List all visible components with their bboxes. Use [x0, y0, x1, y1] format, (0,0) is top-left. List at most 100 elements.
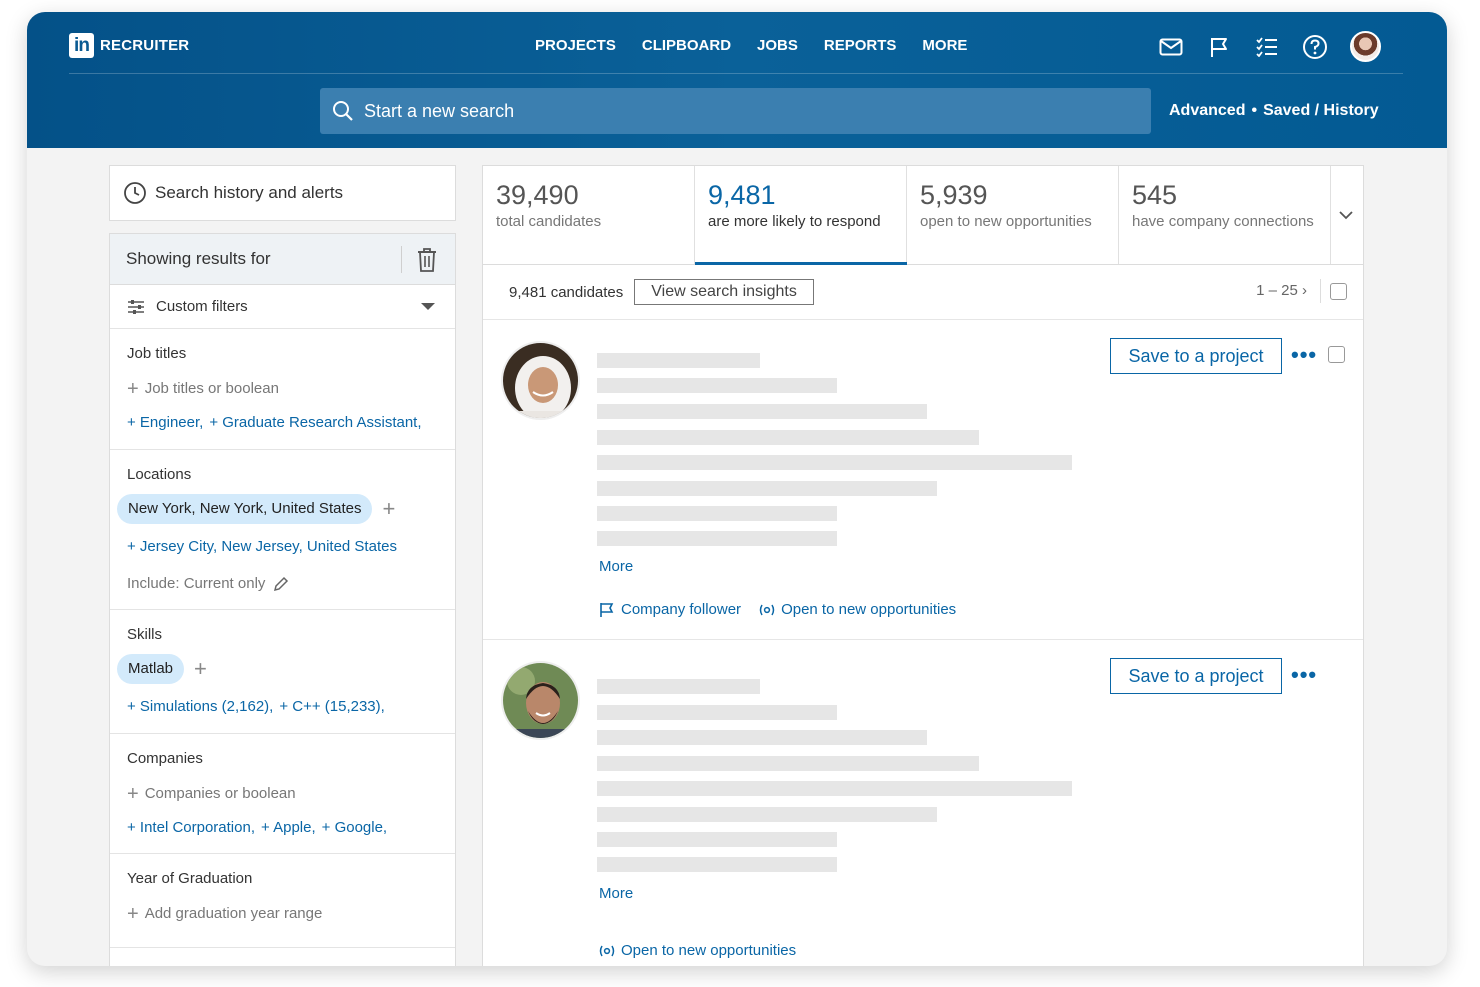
chevron-down-icon[interactable] [1339, 210, 1353, 220]
view-search-insights-button[interactable]: View search insights [634, 279, 814, 305]
search-bar[interactable] [320, 88, 1151, 134]
search-input[interactable] [364, 100, 1064, 122]
nav-clipboard[interactable]: CLIPBOARD [642, 37, 731, 54]
locations-section: Locations New York, New York, United Sta… [110, 450, 455, 610]
job-titles-title: Job titles [127, 345, 187, 362]
top-header: in RECRUITER PROJECTS CLIPBOARD JOBS REP… [27, 12, 1447, 148]
more-link[interactable]: More [599, 885, 633, 902]
text-placeholder [597, 430, 979, 445]
stat-label: total candidates [496, 213, 602, 230]
pagination[interactable]: 1 – 25 › [1256, 282, 1307, 299]
add-company[interactable]: + Companies or boolean [127, 782, 296, 805]
add-job-title[interactable]: + Job titles or boolean [127, 377, 279, 400]
nav-reports[interactable]: REPORTS [824, 37, 897, 54]
page-range: 1 – 25 [1256, 282, 1298, 299]
nav-more[interactable]: MORE [922, 37, 967, 54]
select-candidate-checkbox[interactable] [1328, 346, 1345, 363]
logo[interactable]: in RECRUITER [69, 33, 189, 58]
plus-icon: + [127, 902, 139, 925]
tag-company-follower[interactable]: Company follower [599, 601, 741, 618]
advanced-link[interactable]: Advanced [1169, 102, 1245, 120]
header-separator [401, 246, 402, 273]
more-actions-icon[interactable]: ••• [1291, 342, 1317, 368]
save-to-project-button[interactable]: Save to a project [1110, 658, 1282, 694]
trash-icon[interactable] [416, 247, 438, 273]
stat-label: have company connections [1132, 213, 1314, 230]
candidate-tags: Company follower Open to new opportuniti… [599, 601, 956, 618]
location-pill-row: New York, New York, United States + [117, 494, 395, 524]
app-window: in RECRUITER PROJECTS CLIPBOARD JOBS REP… [27, 12, 1447, 966]
header-divider [69, 73, 1403, 74]
open-signal-icon [599, 945, 615, 956]
add-skill-icon[interactable]: + [194, 656, 207, 682]
suggestion-cpp[interactable]: + C++ (15,233), [279, 698, 384, 715]
showing-results-header: Showing results for [110, 234, 455, 285]
candidate-photo[interactable] [501, 661, 580, 740]
text-placeholder [597, 481, 937, 496]
nav-jobs[interactable]: JOBS [757, 37, 798, 54]
skills-section: Skills Matlab + + Simulations (2,162), +… [110, 610, 455, 734]
tag-open-to-opportunities[interactable]: Open to new opportunities [759, 601, 956, 618]
include-current-only[interactable]: Include: Current only [127, 575, 289, 592]
include-label: Include: Current only [127, 575, 266, 592]
top-icons [1158, 31, 1381, 62]
tab-open-to-opportunities[interactable]: 5,939 open to new opportunities [907, 166, 1119, 264]
text-placeholder [597, 455, 1072, 470]
candidate-photo[interactable] [501, 341, 580, 420]
graduation-section: Year of Graduation + Add graduation year … [110, 854, 455, 948]
text-placeholder [597, 781, 1072, 796]
custom-filters-dropdown[interactable]: Custom filters [110, 285, 455, 329]
suggestion-apple[interactable]: + Apple, [261, 819, 316, 836]
tab-company-connections[interactable]: 545 have company connections [1119, 166, 1331, 264]
job-title-suggestions: + Engineer, + Graduate Research Assistan… [127, 414, 422, 431]
search-history-card[interactable]: Search history and alerts [109, 165, 456, 221]
custom-filters-label: Custom filters [156, 298, 248, 315]
tab-total-candidates[interactable]: 39,490 total candidates [483, 166, 695, 264]
sliders-icon [128, 299, 144, 314]
name-placeholder [597, 353, 760, 368]
add-location-icon[interactable]: + [382, 496, 395, 522]
stat-value: 39,490 [496, 180, 579, 210]
plus-icon: + [127, 782, 139, 805]
help-icon[interactable] [1302, 34, 1328, 60]
text-placeholder [597, 756, 979, 771]
suggestion-graduate-research-assistant[interactable]: + Graduate Research Assistant, [209, 414, 421, 431]
text-placeholder [597, 404, 927, 419]
nav-projects[interactable]: PROJECTS [535, 37, 616, 54]
location-pill[interactable]: New York, New York, United States [117, 494, 373, 524]
stat-value: 9,481 [708, 180, 776, 210]
add-graduation-range[interactable]: + Add graduation year range [127, 902, 322, 925]
more-link[interactable]: More [599, 558, 633, 575]
text-placeholder [597, 378, 837, 393]
location-suggestion[interactable]: + Jersey City, New Jersey, United States [127, 538, 397, 555]
save-to-project-button[interactable]: Save to a project [1110, 338, 1282, 374]
tab-likely-to-respond[interactable]: 9,481 are more likely to respond [695, 166, 907, 265]
suggestion-simulations[interactable]: + Simulations (2,162), [127, 698, 273, 715]
filters-panel: Showing results for Custom filters Job t… [109, 233, 456, 966]
results-panel: 39,490 total candidates 9,481 are more l… [482, 165, 1364, 966]
stat-label: are more likely to respond [708, 213, 881, 230]
chevron-right-icon[interactable]: › [1302, 282, 1307, 299]
more-actions-icon[interactable]: ••• [1291, 662, 1317, 688]
profile-avatar[interactable] [1350, 31, 1381, 62]
suggestion-google[interactable]: + Google, [322, 819, 387, 836]
tag-open-to-opportunities[interactable]: Open to new opportunities [599, 942, 796, 959]
skill-pill[interactable]: Matlab [117, 654, 185, 684]
graduation-title: Year of Graduation [127, 870, 253, 887]
select-all-checkbox[interactable] [1330, 283, 1347, 300]
candidate-card: More Open to new opportunities Save to a… [483, 640, 1363, 966]
job-titles-section: Job titles + Job titles or boolean + Engi… [110, 329, 455, 450]
product-name: RECRUITER [100, 37, 190, 54]
tag-label: Open to new opportunities [621, 942, 797, 959]
mail-icon[interactable] [1158, 34, 1184, 60]
checklist-icon[interactable] [1254, 34, 1280, 60]
flag-icon[interactable] [1206, 34, 1232, 60]
top-nav: PROJECTS CLIPBOARD JOBS REPORTS MORE [535, 37, 967, 54]
suggestion-intel[interactable]: + Intel Corporation, [127, 819, 255, 836]
saved-history-link[interactable]: Saved / History [1263, 102, 1379, 120]
candidate-count: 9,481 candidates [509, 283, 624, 301]
pencil-icon [274, 576, 289, 591]
suggestion-engineer[interactable]: + Engineer, [127, 414, 203, 431]
plus-icon: + [127, 377, 139, 400]
company-suggestions: + Intel Corporation, + Apple, + Google, [127, 819, 387, 836]
